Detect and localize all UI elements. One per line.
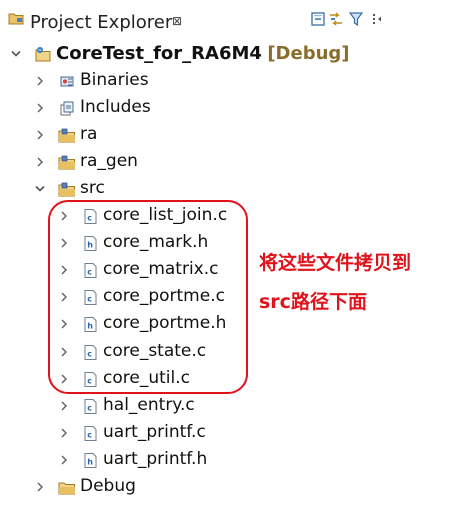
tree-item[interactable]: src [0,175,458,202]
link-with-editor-icon[interactable] [328,11,344,27]
folder-icon [58,478,76,495]
source-folder-icon [58,126,76,143]
tree-item[interactable]: c uart_printf.c [0,419,458,446]
collapse-all-icon[interactable] [310,11,326,27]
chevron-down-icon[interactable] [10,40,22,67]
h-file-icon: h [82,451,100,468]
chevron-right-icon[interactable] [58,446,70,473]
tree-item[interactable]: Binaries [0,67,458,94]
project-name: CoreTest_for_RA6M4 [56,43,262,64]
chevron-right-icon[interactable] [34,473,46,500]
tree-item[interactable]: c hal_entry.c [0,392,458,419]
tree-item[interactable]: ra [0,121,458,148]
tree-item-label: hal_entry.c [103,394,195,415]
view-header: Project Explorer ⊠ [0,0,458,34]
filter-icon[interactable] [348,11,364,27]
tree-item-label: Binaries [80,70,149,90]
tree-item[interactable]: Debug [0,473,458,500]
binaries-icon [58,72,76,89]
highlight-annotation-box [48,200,248,394]
tree-item-label: uart_printf.c [103,421,206,442]
tree-root-project[interactable]: CoreTest_for_RA6M4 [Debug] [0,40,458,67]
tree-item-label: Includes [80,97,151,118]
c-file-icon: c [82,424,100,441]
annotation-text-line2: src路径下面 [259,291,367,313]
source-folder-icon [58,153,76,170]
c-file-icon: c [82,397,100,414]
svg-text:c: c [87,430,92,439]
view-menu-icon[interactable] [368,11,384,27]
chevron-right-icon[interactable] [34,94,46,121]
tree-item-label: Debug [80,475,136,496]
chevron-right-icon[interactable] [34,67,46,94]
tree-item-label: src [80,178,105,199]
svg-text:c: c [87,403,92,412]
tree-item[interactable]: Includes [0,94,458,121]
chevron-right-icon[interactable] [58,419,70,446]
tree-item[interactable]: h uart_printf.h [0,446,458,473]
tree-item[interactable]: ra_gen [0,148,458,175]
view-title[interactable]: Project Explorer [30,12,172,34]
chevron-right-icon[interactable] [34,121,46,148]
annotation-text-line1: 将这些文件拷贝到 [259,252,412,274]
includes-icon [58,99,76,116]
chevron-down-icon[interactable] [34,175,46,202]
chevron-right-icon[interactable] [34,148,46,175]
tree-item-label: ra [80,124,98,145]
build-config-decoration: [Debug] [267,43,350,64]
tree-item-label: ra_gen [80,151,138,172]
close-icon[interactable]: ⊠ [172,14,182,28]
project-icon [34,45,52,62]
tree-item-label: uart_printf.h [103,448,208,469]
source-folder-icon [58,180,76,197]
svg-text:h: h [87,457,93,466]
project-explorer-icon [8,10,24,25]
chevron-right-icon[interactable] [58,392,70,419]
